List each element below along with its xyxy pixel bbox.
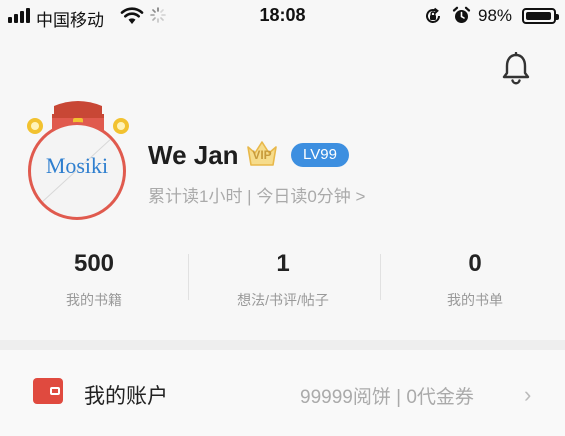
rotation-lock-icon <box>426 7 440 23</box>
wallet-icon <box>33 378 63 404</box>
level-badge[interactable]: LV99 <box>291 143 349 167</box>
bell-icon[interactable] <box>500 52 532 86</box>
stat-books[interactable]: 500 我的书籍 <box>0 248 188 312</box>
stat-label: 我的书单 <box>447 292 503 308</box>
alarm-icon <box>452 6 471 23</box>
avatar[interactable]: Mosiki <box>22 98 134 220</box>
username[interactable]: We Jan <box>148 140 239 171</box>
status-bar: 中国移动 18:08 98% <box>0 0 565 34</box>
stat-value: 1 <box>276 250 290 277</box>
stat-value: 0 <box>468 250 482 277</box>
battery-percent: 98% <box>478 6 513 25</box>
avatar-label: Mosiki <box>45 153 109 178</box>
reading-summary[interactable]: 累计读1小时 | 今日读0分钟 > <box>148 182 365 207</box>
stat-value: 500 <box>73 250 115 277</box>
stat-booklists[interactable]: 0 我的书单 <box>381 248 565 312</box>
stat-thoughts[interactable]: 1 想法/书评/帖子 <box>189 248 377 312</box>
vip-badge[interactable]: VIP <box>245 138 279 168</box>
stat-label: 想法/书评/帖子 <box>237 292 329 308</box>
account-summary: 99999阅饼 | 0代金券 <box>300 387 474 408</box>
avatar-ring: Mosiki <box>28 122 126 220</box>
account-title: 我的账户 <box>84 385 168 408</box>
stat-label: 我的书籍 <box>66 292 122 308</box>
section-separator <box>0 340 565 350</box>
chevron-right-icon: › <box>524 382 532 407</box>
battery-icon <box>522 8 559 24</box>
vip-label: VIP <box>252 148 272 162</box>
